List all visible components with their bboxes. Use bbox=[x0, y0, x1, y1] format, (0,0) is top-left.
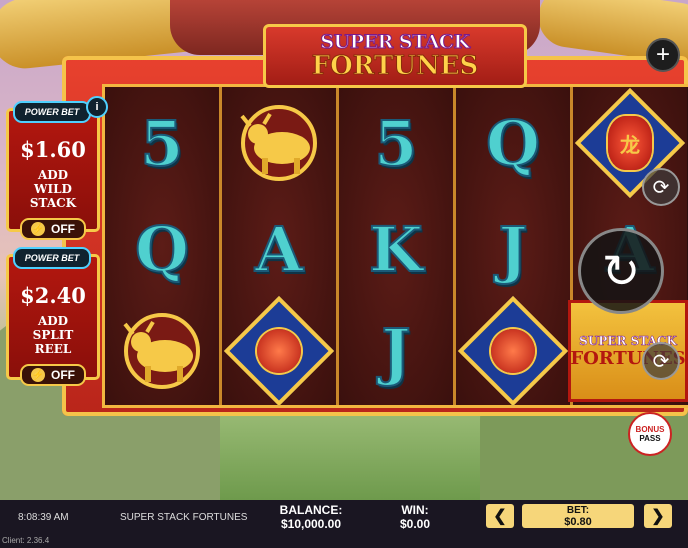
spin-icon[interactable]: ↻ bbox=[578, 228, 664, 314]
client-version: Client: 2.36.4 bbox=[2, 536, 50, 545]
power-bet-description: ADD WILD STACK bbox=[29, 168, 77, 210]
power-bet-badge: POWER BET bbox=[13, 247, 91, 269]
reel-2: A bbox=[222, 87, 339, 407]
game-scene: 5 Q A 5 K J Q J 龙 SUPER STACK FORTUNES S… bbox=[0, 0, 688, 500]
balance-value: $10,000.00 bbox=[280, 517, 342, 531]
power-bet-toggle[interactable]: ⚡ OFF bbox=[20, 218, 86, 240]
symbol-5: 5 bbox=[139, 106, 184, 181]
symbol-q: Q bbox=[134, 212, 190, 287]
game-logo: SUPER STACK FORTUNES bbox=[263, 24, 527, 88]
clock: 8:08:39 AM bbox=[18, 512, 69, 523]
plus-icon[interactable]: + bbox=[646, 38, 680, 72]
win-value: $0.00 bbox=[399, 517, 431, 531]
info-icon[interactable]: i bbox=[86, 96, 108, 118]
ox-icon bbox=[123, 313, 200, 389]
bonus-pass-button[interactable]: BONUS PASS bbox=[628, 412, 672, 456]
symbol-gourd bbox=[223, 295, 335, 407]
turbo-icon[interactable]: ⟳ bbox=[642, 342, 680, 380]
symbol-j: J bbox=[380, 314, 411, 389]
symbol-5: 5 bbox=[373, 106, 418, 181]
power-bet-description: ADD SPLIT REEL bbox=[32, 314, 74, 356]
autoplay-icon[interactable]: ⟳ bbox=[642, 168, 680, 206]
reel-1: 5 Q bbox=[105, 87, 222, 405]
symbol-a: A bbox=[254, 212, 304, 287]
lightning-icon: ⚡ bbox=[31, 368, 45, 382]
symbol-j: J bbox=[497, 212, 528, 287]
symbol-ox bbox=[107, 301, 217, 401]
game-title: SUPER STACK FORTUNES bbox=[120, 512, 248, 523]
ox-icon bbox=[240, 105, 317, 181]
power-bet-toggle[interactable]: ⚡ OFF bbox=[20, 364, 86, 386]
symbol-ox bbox=[224, 93, 334, 193]
power-bet-wild-stack: POWER BET $1.60 ADD WILD STACK ⚡ OFF bbox=[6, 101, 100, 240]
reel-4: Q J bbox=[456, 87, 573, 407]
lightning-icon: ⚡ bbox=[31, 222, 45, 236]
bet-increase-button[interactable]: ❯ bbox=[644, 504, 672, 528]
gourd-icon bbox=[223, 295, 335, 407]
bet-display: BET: $0.80 bbox=[522, 504, 634, 528]
gourd-icon bbox=[457, 295, 569, 407]
balance-label: BALANCE: bbox=[279, 503, 343, 517]
bet-decrease-button[interactable]: ❮ bbox=[486, 504, 514, 528]
logo-line-2: FORTUNES bbox=[311, 51, 479, 81]
win-label: WIN: bbox=[401, 503, 429, 517]
logo-line-1: SUPER STACK bbox=[320, 31, 471, 53]
reel-3: 5 K J bbox=[339, 87, 456, 405]
power-bet-split-reel: POWER BET $2.40 ADD SPLIT REEL ⚡ OFF bbox=[6, 247, 100, 386]
power-bet-price: $2.40 bbox=[20, 283, 86, 308]
symbol-q: Q bbox=[485, 106, 541, 181]
power-bet-badge: POWER BET bbox=[13, 101, 91, 123]
status-bar: 8:08:39 AM SUPER STACK FORTUNES BALANCE:… bbox=[0, 500, 688, 548]
symbol-k: K bbox=[368, 212, 424, 287]
power-bet-price: $1.60 bbox=[20, 137, 86, 162]
symbol-gourd bbox=[457, 295, 569, 407]
